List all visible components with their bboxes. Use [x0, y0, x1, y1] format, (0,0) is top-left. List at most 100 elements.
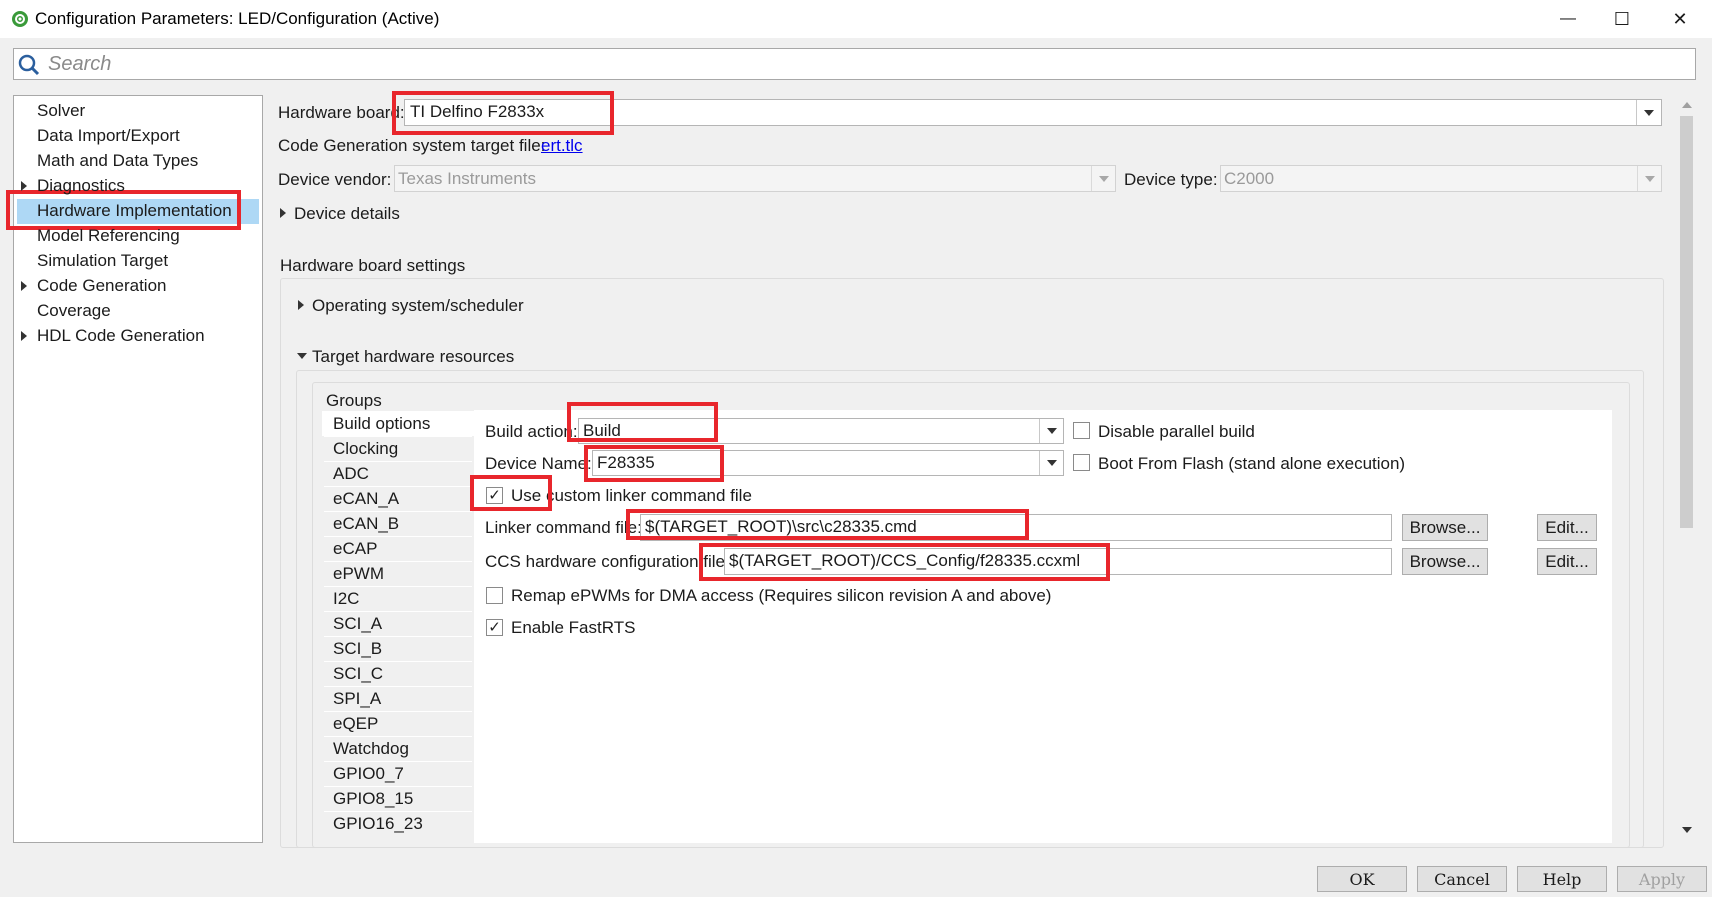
- nav-item-code-generation[interactable]: Code Generation: [37, 274, 166, 298]
- group-item-spi-a[interactable]: SPI_A: [333, 687, 473, 711]
- device-type-value: C2000: [1224, 169, 1275, 188]
- nav-item-coverage[interactable]: Coverage: [37, 299, 111, 323]
- nav-item-model-referencing[interactable]: Model Referencing: [37, 224, 180, 248]
- nav-item-data-import-export[interactable]: Data Import/Export: [37, 124, 180, 148]
- scrollbar-thumb[interactable]: [1680, 116, 1693, 528]
- group-item-i2c[interactable]: I2C: [333, 587, 473, 611]
- group-item-sci-a[interactable]: SCI_A: [333, 612, 473, 636]
- device-name-dropdown-button[interactable]: [1039, 451, 1063, 475]
- device-type-dropdown-button[interactable]: [1637, 166, 1661, 191]
- chevron-down-icon: [1643, 109, 1654, 116]
- group-item-build-options[interactable]: Build options: [333, 412, 473, 436]
- maximize-button[interactable]: ☐: [1594, 0, 1650, 38]
- device-name-label: Device Name:: [485, 454, 592, 473]
- device-name-value: F28335: [597, 453, 655, 472]
- search-bar[interactable]: [13, 48, 1696, 80]
- codegen-target-label: Code Generation system target file:: [278, 136, 546, 155]
- group-item-epwm[interactable]: ePWM: [333, 562, 473, 586]
- group-item-gpio16-23[interactable]: GPIO16_23: [333, 812, 473, 836]
- use-custom-linker-checkbox[interactable]: ✓: [486, 487, 503, 504]
- device-vendor-dropdown-button[interactable]: [1091, 166, 1115, 191]
- build-action-dropdown-button[interactable]: [1039, 419, 1063, 443]
- target-resources-toggle[interactable]: Target hardware resources: [312, 347, 514, 367]
- hardware-board-dropdown-button[interactable]: [1636, 100, 1660, 125]
- build-action-value: Build: [583, 421, 621, 440]
- nav-item-simulation-target[interactable]: Simulation Target: [37, 249, 168, 273]
- expand-arrow-icon[interactable]: [298, 300, 304, 310]
- codegen-target-link[interactable]: ert.tlc: [541, 136, 583, 156]
- group-item-ecan-a[interactable]: eCAN_A: [333, 487, 473, 511]
- chevron-down-icon: [1098, 175, 1109, 182]
- device-name-dropdown[interactable]: [592, 450, 1064, 476]
- disable-parallel-build-checkbox[interactable]: [1073, 422, 1090, 439]
- nav-item-hardware-implementation[interactable]: Hardware Implementation: [37, 199, 232, 223]
- window-title: Configuration Parameters: LED/Configurat…: [35, 9, 440, 28]
- linker-edit-button[interactable]: Edit...: [1537, 514, 1597, 541]
- ok-button[interactable]: OK: [1317, 866, 1407, 892]
- enable-fastrts-checkbox[interactable]: ✓: [486, 619, 503, 636]
- groups-label: Groups: [326, 391, 382, 410]
- apply-button[interactable]: Apply: [1617, 866, 1707, 892]
- linker-file-label: Linker command file:: [485, 518, 642, 537]
- help-button[interactable]: Help: [1517, 866, 1607, 892]
- ccs-config-label: CCS hardware configuration file:: [485, 552, 730, 571]
- ccs-edit-button[interactable]: Edit...: [1537, 548, 1597, 575]
- boot-from-flash-checkbox[interactable]: [1073, 454, 1090, 471]
- expand-arrow-icon[interactable]: [21, 181, 27, 191]
- hardware-board-value: TI Delfino F2833x: [410, 102, 545, 121]
- disable-parallel-build-label: Disable parallel build: [1098, 422, 1255, 441]
- group-item-ecan-b[interactable]: eCAN_B: [333, 512, 473, 536]
- scroll-down-icon[interactable]: [1681, 825, 1693, 835]
- group-item-clocking[interactable]: Clocking: [333, 437, 473, 461]
- group-item-gpio8-15[interactable]: GPIO8_15: [333, 787, 473, 811]
- device-vendor-label: Device vendor:: [278, 170, 392, 189]
- ccs-browse-button[interactable]: Browse...: [1402, 548, 1488, 575]
- group-item-ecap[interactable]: eCAP: [333, 537, 473, 561]
- chevron-down-icon: [1046, 428, 1057, 434]
- close-icon: ✕: [1672, 8, 1688, 29]
- search-icon: [18, 54, 40, 76]
- maximize-icon: ☐: [1613, 8, 1631, 29]
- simulink-app-icon: [12, 11, 28, 27]
- remap-epwm-label: Remap ePWMs for DMA access (Requires sil…: [511, 586, 1052, 605]
- device-type-label: Device type:: [1124, 170, 1218, 189]
- build-action-dropdown[interactable]: [578, 418, 1064, 444]
- scroll-up-icon[interactable]: [1681, 100, 1693, 110]
- hardware-board-dropdown[interactable]: [404, 99, 1662, 126]
- check-icon: ✓: [488, 487, 501, 504]
- chevron-down-icon: [1644, 175, 1655, 182]
- group-item-sci-b[interactable]: SCI_B: [333, 637, 473, 661]
- nav-item-hdl-code-generation[interactable]: HDL Code Generation: [37, 324, 205, 348]
- group-item-adc[interactable]: ADC: [333, 462, 473, 486]
- check-icon: ✓: [488, 619, 501, 636]
- board-settings-heading: Hardware board settings: [280, 256, 466, 275]
- remap-epwm-checkbox[interactable]: [486, 587, 503, 604]
- group-item-sci-c[interactable]: SCI_C: [333, 662, 473, 686]
- collapse-arrow-icon[interactable]: [297, 353, 307, 359]
- linker-browse-button[interactable]: Browse...: [1402, 514, 1488, 541]
- use-custom-linker-label: Use custom linker command file: [511, 486, 752, 505]
- expand-arrow-icon[interactable]: [280, 208, 286, 218]
- os-scheduler-toggle[interactable]: Operating system/scheduler: [312, 296, 524, 316]
- boot-from-flash-label: Boot From Flash (stand alone execution): [1098, 454, 1406, 473]
- device-vendor-value: Texas Instruments: [398, 169, 536, 188]
- nav-item-diagnostics[interactable]: Diagnostics: [37, 174, 125, 198]
- expand-arrow-icon[interactable]: [21, 281, 27, 291]
- group-item-eqep[interactable]: eQEP: [333, 712, 473, 736]
- linker-file-value: $(TARGET_ROOT)\src\c28335.cmd: [645, 517, 917, 536]
- group-item-watchdog[interactable]: Watchdog: [333, 737, 473, 761]
- expand-arrow-icon[interactable]: [21, 331, 27, 341]
- chevron-down-icon: [1046, 460, 1057, 466]
- search-input[interactable]: Search: [48, 53, 111, 76]
- nav-item-solver[interactable]: Solver: [37, 99, 85, 123]
- minimize-button[interactable]: —: [1540, 0, 1596, 38]
- build-action-label: Build action:: [485, 422, 578, 441]
- group-item-gpio0-7[interactable]: GPIO0_7: [333, 762, 473, 786]
- nav-item-math-data-types[interactable]: Math and Data Types: [37, 149, 198, 173]
- device-details-toggle[interactable]: Device details: [294, 204, 400, 224]
- enable-fastrts-label: Enable FastRTS: [511, 618, 636, 637]
- close-button[interactable]: ✕: [1652, 0, 1708, 38]
- cancel-button[interactable]: Cancel: [1417, 866, 1507, 892]
- ccs-config-value: $(TARGET_ROOT)/CCS_Config/f28335.ccxml: [729, 551, 1081, 570]
- device-type-dropdown[interactable]: [1220, 165, 1662, 192]
